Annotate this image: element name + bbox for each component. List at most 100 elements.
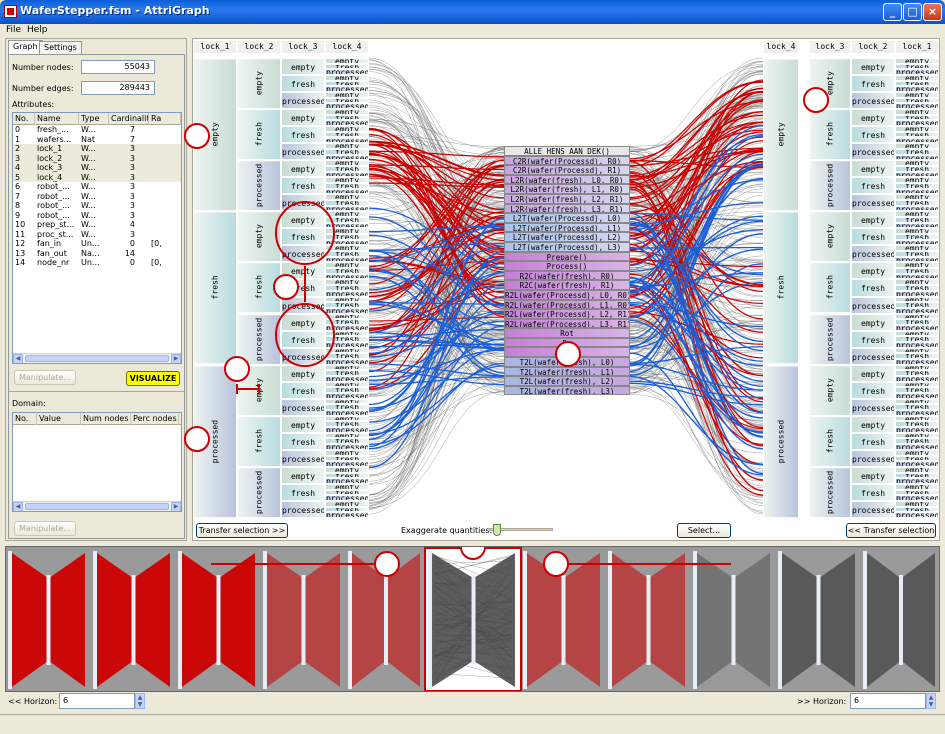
action-label[interactable]: R2C(wafer(fresh), R0) bbox=[504, 271, 630, 281]
state-cell-processed[interactable]: processed bbox=[851, 143, 895, 160]
state-cell-empty[interactable]: empty bbox=[281, 365, 325, 382]
column-header[interactable]: Num nodes bbox=[81, 413, 131, 425]
table-row[interactable]: 1 wafers... Nat 7 bbox=[13, 135, 181, 145]
state-cell-fresh[interactable]: fresh bbox=[281, 433, 325, 450]
lock-header[interactable]: lock_2 bbox=[852, 41, 894, 53]
state-cell-fresh[interactable]: fresh bbox=[809, 262, 851, 313]
state-cell-processed[interactable]: processed bbox=[281, 245, 325, 262]
state-cell-fresh[interactable]: fresh bbox=[809, 416, 851, 467]
menu-file[interactable]: File bbox=[6, 25, 21, 35]
maximize-button[interactable]: □ bbox=[903, 3, 922, 21]
action-label[interactable]: L2R(wafer(fresh), L1, R0) bbox=[504, 184, 630, 194]
state-cell-fresh[interactable]: fresh bbox=[281, 177, 325, 194]
state-cell-processed[interactable]: processed bbox=[237, 467, 281, 518]
state-cell-processed[interactable]: processed bbox=[281, 92, 325, 109]
action-label[interactable]: T2L(wafer(fresh), L3) bbox=[504, 386, 630, 396]
table-row[interactable]: 7 robot_... W... 3 bbox=[13, 192, 181, 202]
state-cell-processed[interactable]: processed bbox=[851, 245, 895, 262]
action-label[interactable]: L2R(wafer(fresh), L3, R1) bbox=[504, 204, 630, 214]
state-cell-processed[interactable]: processed bbox=[809, 467, 851, 518]
state-cell-processed[interactable]: processed bbox=[281, 194, 325, 211]
lock-header[interactable]: lock_2 bbox=[238, 41, 280, 53]
state-cell-empty[interactable]: empty bbox=[281, 109, 325, 126]
column-header[interactable]: No. bbox=[13, 413, 37, 425]
scroll-right-icon[interactable]: ▶ bbox=[171, 502, 181, 512]
state-cell-processed[interactable]: processed bbox=[325, 512, 369, 518]
state-cell-fresh[interactable]: fresh bbox=[281, 331, 325, 348]
action-label[interactable]: C2R(wafer(Processd), R1) bbox=[504, 165, 630, 175]
action-label[interactable]: Process() bbox=[504, 261, 630, 271]
state-cell-empty[interactable]: empty bbox=[237, 58, 281, 109]
state-cell-processed[interactable]: processed bbox=[851, 92, 895, 109]
state-cell-empty[interactable]: empty bbox=[851, 211, 895, 228]
lock-header[interactable]: lock_1 bbox=[194, 41, 236, 53]
table-row[interactable]: 11 proc_st... W... 3 bbox=[13, 230, 181, 240]
action-label[interactable]: R2L(wafer(Processd), L3, R1) bbox=[504, 319, 630, 329]
table-row[interactable]: 10 prep_st... W... 4 bbox=[13, 220, 181, 230]
state-cell-empty[interactable]: empty bbox=[281, 416, 325, 433]
horizon-left-spinner[interactable]: 6 bbox=[59, 693, 135, 709]
state-cell-processed[interactable]: processed bbox=[281, 501, 325, 518]
slider-thumb[interactable] bbox=[493, 524, 501, 536]
state-cell-fresh[interactable]: fresh bbox=[851, 279, 895, 296]
state-cell-fresh[interactable]: fresh bbox=[281, 228, 325, 245]
state-cell-fresh[interactable]: fresh bbox=[851, 177, 895, 194]
scroll-thumb[interactable] bbox=[25, 355, 169, 362]
tab-settings[interactable]: Settings bbox=[39, 41, 82, 54]
column-header[interactable]: Name bbox=[35, 113, 79, 125]
transfer-selection-right-button[interactable]: Transfer selection >> bbox=[196, 523, 288, 538]
minimize-button[interactable]: _ bbox=[883, 3, 902, 21]
action-label[interactable]: T2L(wafer(fresh), L1) bbox=[504, 367, 630, 377]
state-cell-fresh[interactable]: fresh bbox=[851, 484, 895, 501]
exaggerate-slider[interactable] bbox=[489, 528, 553, 531]
lock-header[interactable]: lock_3 bbox=[810, 41, 850, 53]
state-cell-fresh[interactable]: fresh bbox=[281, 126, 325, 143]
scroll-thumb[interactable] bbox=[25, 503, 169, 510]
state-cell-fresh[interactable]: fresh bbox=[851, 433, 895, 450]
state-cell-processed[interactable]: processed bbox=[281, 450, 325, 467]
state-cell-processed[interactable]: processed bbox=[851, 399, 895, 416]
state-cell-processed[interactable]: processed bbox=[281, 348, 325, 365]
state-visualization-panel[interactable]: lock_1 empty fresh processed lock_2 empty fres… bbox=[192, 38, 940, 541]
spinner-arrows-icon[interactable]: ▲ ▼ bbox=[135, 693, 145, 709]
column-header[interactable]: Value bbox=[37, 413, 81, 425]
state-cell-processed[interactable]: processed bbox=[809, 160, 851, 211]
horizon-overview-strip[interactable] bbox=[5, 546, 940, 692]
action-label[interactable]: Rot bbox=[504, 328, 630, 338]
tab-graph[interactable]: Graph bbox=[8, 40, 43, 55]
attributes-scrollbar[interactable]: ◀ ▶ bbox=[13, 353, 181, 363]
state-cell-empty[interactable]: empty bbox=[809, 365, 851, 416]
state-cell-fresh[interactable]: fresh bbox=[851, 228, 895, 245]
table-row[interactable]: 4 lock_3 W... 3 bbox=[13, 163, 181, 173]
action-label[interactable]: T2L(wafer(fresh), L2) bbox=[504, 376, 630, 386]
manipulate-attributes-button[interactable]: Manipulate... bbox=[14, 370, 76, 385]
column-header[interactable]: Perc nodes bbox=[131, 413, 179, 425]
action-label[interactable]: Prepare() bbox=[504, 252, 630, 262]
action-label[interactable]: L2T(wafer(Processd), L2) bbox=[504, 232, 630, 242]
state-cell-fresh[interactable]: fresh bbox=[851, 382, 895, 399]
state-cell-empty[interactable]: empty bbox=[851, 467, 895, 484]
state-cell-empty[interactable]: empty bbox=[281, 160, 325, 177]
action-label[interactable]: R2L(wafer(Processd), L0, R0) bbox=[504, 290, 630, 300]
state-cell-fresh[interactable]: fresh bbox=[851, 75, 895, 92]
menu-help[interactable]: Help bbox=[27, 25, 48, 35]
state-cell-empty[interactable]: empty bbox=[763, 58, 799, 211]
scroll-right-icon[interactable]: ▶ bbox=[171, 354, 181, 364]
table-row[interactable]: 12 fan_in Un... 0 [0, bbox=[13, 239, 181, 249]
horizon-right-spinner[interactable]: 6 bbox=[850, 693, 926, 709]
scroll-left-icon[interactable]: ◀ bbox=[13, 502, 23, 512]
action-label[interactable]: R2C(wafer(fresh), R1) bbox=[504, 280, 630, 290]
state-cell-processed[interactable]: processed bbox=[281, 143, 325, 160]
state-cell-empty[interactable]: empty bbox=[851, 160, 895, 177]
table-row[interactable]: 13 fan_out Na... 14 bbox=[13, 249, 181, 259]
state-cell-empty[interactable]: empty bbox=[851, 109, 895, 126]
table-row[interactable]: 9 robot_... W... 3 bbox=[13, 211, 181, 221]
state-cell-empty[interactable]: empty bbox=[851, 365, 895, 382]
state-cell-processed[interactable]: processed bbox=[281, 399, 325, 416]
action-label[interactable]: C2R(wafer(Processd), R0) bbox=[504, 156, 630, 166]
state-cell-fresh[interactable]: fresh bbox=[851, 126, 895, 143]
attributes-table[interactable]: No.NameTypeCardinalityRa 0fresh_...W...7… bbox=[12, 112, 182, 364]
state-cell-fresh[interactable]: fresh bbox=[763, 211, 799, 364]
lock-header[interactable]: lock_1 bbox=[896, 41, 938, 53]
action-label[interactable]: L2T(wafer(Processd), L3) bbox=[504, 242, 630, 252]
